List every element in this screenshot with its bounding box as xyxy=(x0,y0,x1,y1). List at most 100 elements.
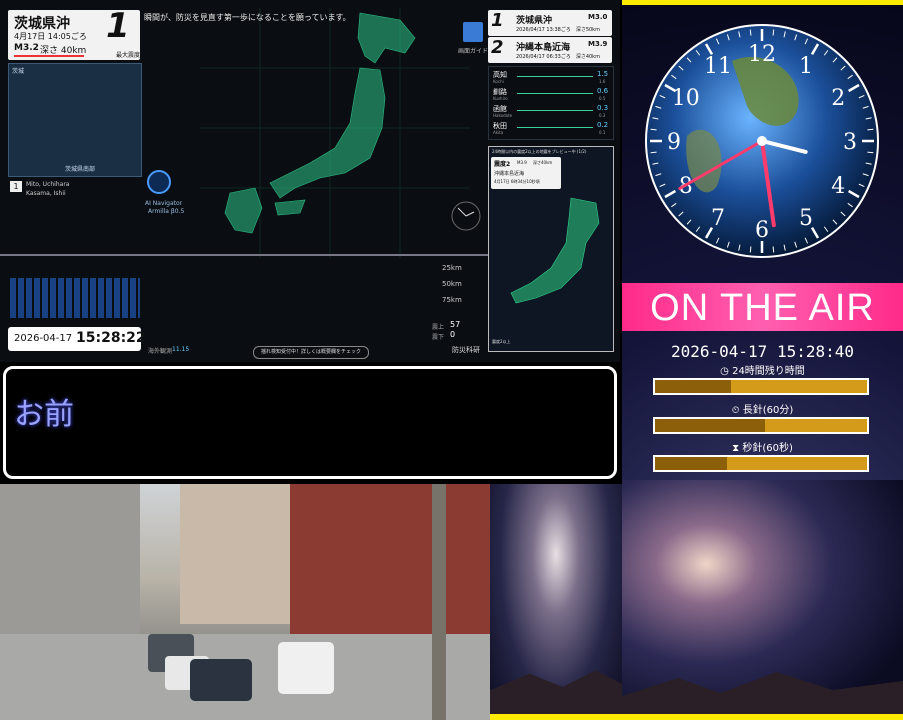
station-rank-badge: 1 xyxy=(10,181,22,192)
quake-magnitude: M3.2 xyxy=(14,43,39,53)
depth-tick-75: 75km xyxy=(442,296,462,304)
preview-title: 24時間以内の震度2以上の地震をプレビュー中 (1/2) xyxy=(492,149,587,154)
air-datetime: 2026-04-17 15:28:40 xyxy=(670,342,855,361)
sensor-down-value: 0 xyxy=(450,330,456,339)
progress-bar-day xyxy=(653,378,869,395)
station-value: 0.3 xyxy=(597,104,609,112)
station-romaji: Akita xyxy=(493,130,504,135)
ai-navigator-version: Armilla β0.5 xyxy=(148,208,185,215)
recent-quake-detail: 2026/04/17 13:38ごろ 深さ50km xyxy=(516,27,600,33)
honshu-shape xyxy=(269,67,386,199)
recent-quake-rank: 1 xyxy=(491,10,504,31)
recent-quake-rank: 2 xyxy=(491,37,504,58)
station-wave xyxy=(517,127,593,128)
bar-label-second: ⧗ 秒針(60秒) xyxy=(622,439,903,454)
station-row: 秋田 Akita 0.2 0.1 xyxy=(493,121,609,137)
clock-tick xyxy=(650,151,657,154)
building-center xyxy=(180,484,290,624)
preview-depth: 深さ40km xyxy=(533,160,553,165)
japan-map xyxy=(200,8,470,258)
bar-day-label: 24時間残り時間 xyxy=(732,366,805,377)
clock-tick xyxy=(749,29,752,36)
detection-info-button[interactable]: 揺れ検知受付中！詳しくは概要欄をチェック xyxy=(253,346,369,359)
clock-tick xyxy=(867,151,874,154)
station-value: 0.2 xyxy=(597,121,609,129)
overseas-stat-label: 海外観測 xyxy=(148,348,173,355)
clock-number: 1 xyxy=(799,54,813,79)
preview-map xyxy=(510,197,600,304)
utility-pole xyxy=(432,484,446,720)
station-value: 0.6 xyxy=(597,87,609,95)
building-brick xyxy=(290,484,490,634)
sensor-up-value: 57 xyxy=(450,320,461,329)
recent-quake-region: 茨城県沖 xyxy=(516,16,553,26)
preview-card: 震度2 M3.9 深さ40km 沖縄本島近海 4月17日 6時34分10秒頃 xyxy=(491,157,561,189)
inset-map-label-top: 茨城 xyxy=(12,68,25,75)
progress-bar-second xyxy=(653,455,869,472)
station-subvalue: 0.1 xyxy=(599,130,606,135)
clock-icon: ◷ xyxy=(720,366,733,377)
hokkaido-shape xyxy=(357,12,416,64)
clock-tick xyxy=(772,29,775,36)
clock-number: 11 xyxy=(704,54,732,79)
station-value: 1.5 xyxy=(597,70,609,78)
recent-quake-mag: M3.0 xyxy=(588,13,608,21)
sky-mountain-silhouette xyxy=(490,670,622,720)
clock-number: 4 xyxy=(831,174,845,199)
station-line-2: Kasama, Ishii xyxy=(26,190,66,197)
quake-preview-panel[interactable]: 24時間以内の震度2以上の地震をプレビュー中 (1/2) 震度2 M3.9 深さ… xyxy=(488,146,614,352)
recent-quake-card-2[interactable]: 2 沖縄本島近海 M3.9 2026/04/17 06:33ごろ 深さ40km xyxy=(488,37,612,63)
clock-tick xyxy=(772,246,775,253)
ai-navigator-icon[interactable] xyxy=(147,170,171,194)
bar-label-minute: ⏲ 長針(60分) xyxy=(622,401,903,416)
inset-map: 茨城 茨城県南部 xyxy=(8,63,142,177)
clock-number: 3 xyxy=(843,130,857,155)
dashboard-clock-time: 15:28:22 xyxy=(76,330,146,346)
clock-tick xyxy=(867,128,874,131)
analog-clock: 121234567891011 xyxy=(645,24,879,258)
clock-number: 12 xyxy=(748,42,776,67)
on-air-title: ON THE AIR xyxy=(650,287,875,329)
station-romaji: Kochi xyxy=(493,79,504,84)
preview-region: 沖縄本島近海 xyxy=(494,171,525,177)
bottom-yellow-border xyxy=(622,714,903,720)
bar-minute-label: 長針(60分) xyxy=(742,405,794,416)
clock-number: 10 xyxy=(672,86,700,111)
station-row: 釧路 Kushiro 0.6 0.5 xyxy=(493,87,609,103)
on-air-banner: ON THE AIR xyxy=(622,283,903,331)
kyushu-shape xyxy=(224,187,263,234)
station-waveforms: 高知 Kochi 1.5 1.6 釧路 Kushiro 0.6 0.5 函館 H… xyxy=(488,66,614,140)
station-wave xyxy=(517,93,593,94)
inset-map-label-bottom: 茨城県南部 xyxy=(65,166,96,173)
depth-tick-50: 50km xyxy=(442,280,462,288)
mini-clock-icon xyxy=(451,201,481,231)
sensor-down-label: 震下 xyxy=(432,334,445,341)
preview-footer: 震度2以上 xyxy=(492,339,511,344)
station-subvalue: 1.6 xyxy=(599,79,606,84)
nied-credit: 防災科研 xyxy=(452,346,480,354)
timer-icon: ⏲ xyxy=(731,405,743,416)
quake-time: 4月17日 14:05ごろ xyxy=(14,32,87,41)
sky-feed xyxy=(490,484,622,720)
building-left xyxy=(0,484,140,634)
clock-tick xyxy=(650,128,657,131)
max-intensity-value: 1 xyxy=(106,6,130,46)
screen-guide-icon[interactable] xyxy=(463,22,483,42)
quake-region: 茨城県沖 xyxy=(14,16,70,32)
clock-number: 5 xyxy=(799,206,813,231)
depth-tick-25: 25km xyxy=(442,264,462,272)
magnitude-bar xyxy=(14,55,84,57)
preview-time: 4月17日 6時34分10秒頃 xyxy=(494,179,540,184)
clock-tick xyxy=(749,246,752,253)
station-row: 高知 Kochi 1.5 1.6 xyxy=(493,70,609,86)
clock-number: 6 xyxy=(755,218,769,243)
shikoku-shape xyxy=(274,199,306,216)
ai-navigator-label: AI Navigator xyxy=(145,200,183,207)
recent-quake-mag: M3.9 xyxy=(588,40,608,48)
chat-message-box: お前 xyxy=(3,366,617,479)
clock-number: 9 xyxy=(667,130,681,155)
quake-summary-card[interactable]: 茨城県沖 4月17日 14:05ごろ M3.2 深さ 40km 1 最大震度 xyxy=(8,6,140,60)
van-white xyxy=(278,642,334,694)
car-dark xyxy=(190,659,252,701)
recent-quake-card-1[interactable]: 1 茨城県沖 M3.0 2026/04/17 13:38ごろ 深さ50km xyxy=(488,10,612,36)
